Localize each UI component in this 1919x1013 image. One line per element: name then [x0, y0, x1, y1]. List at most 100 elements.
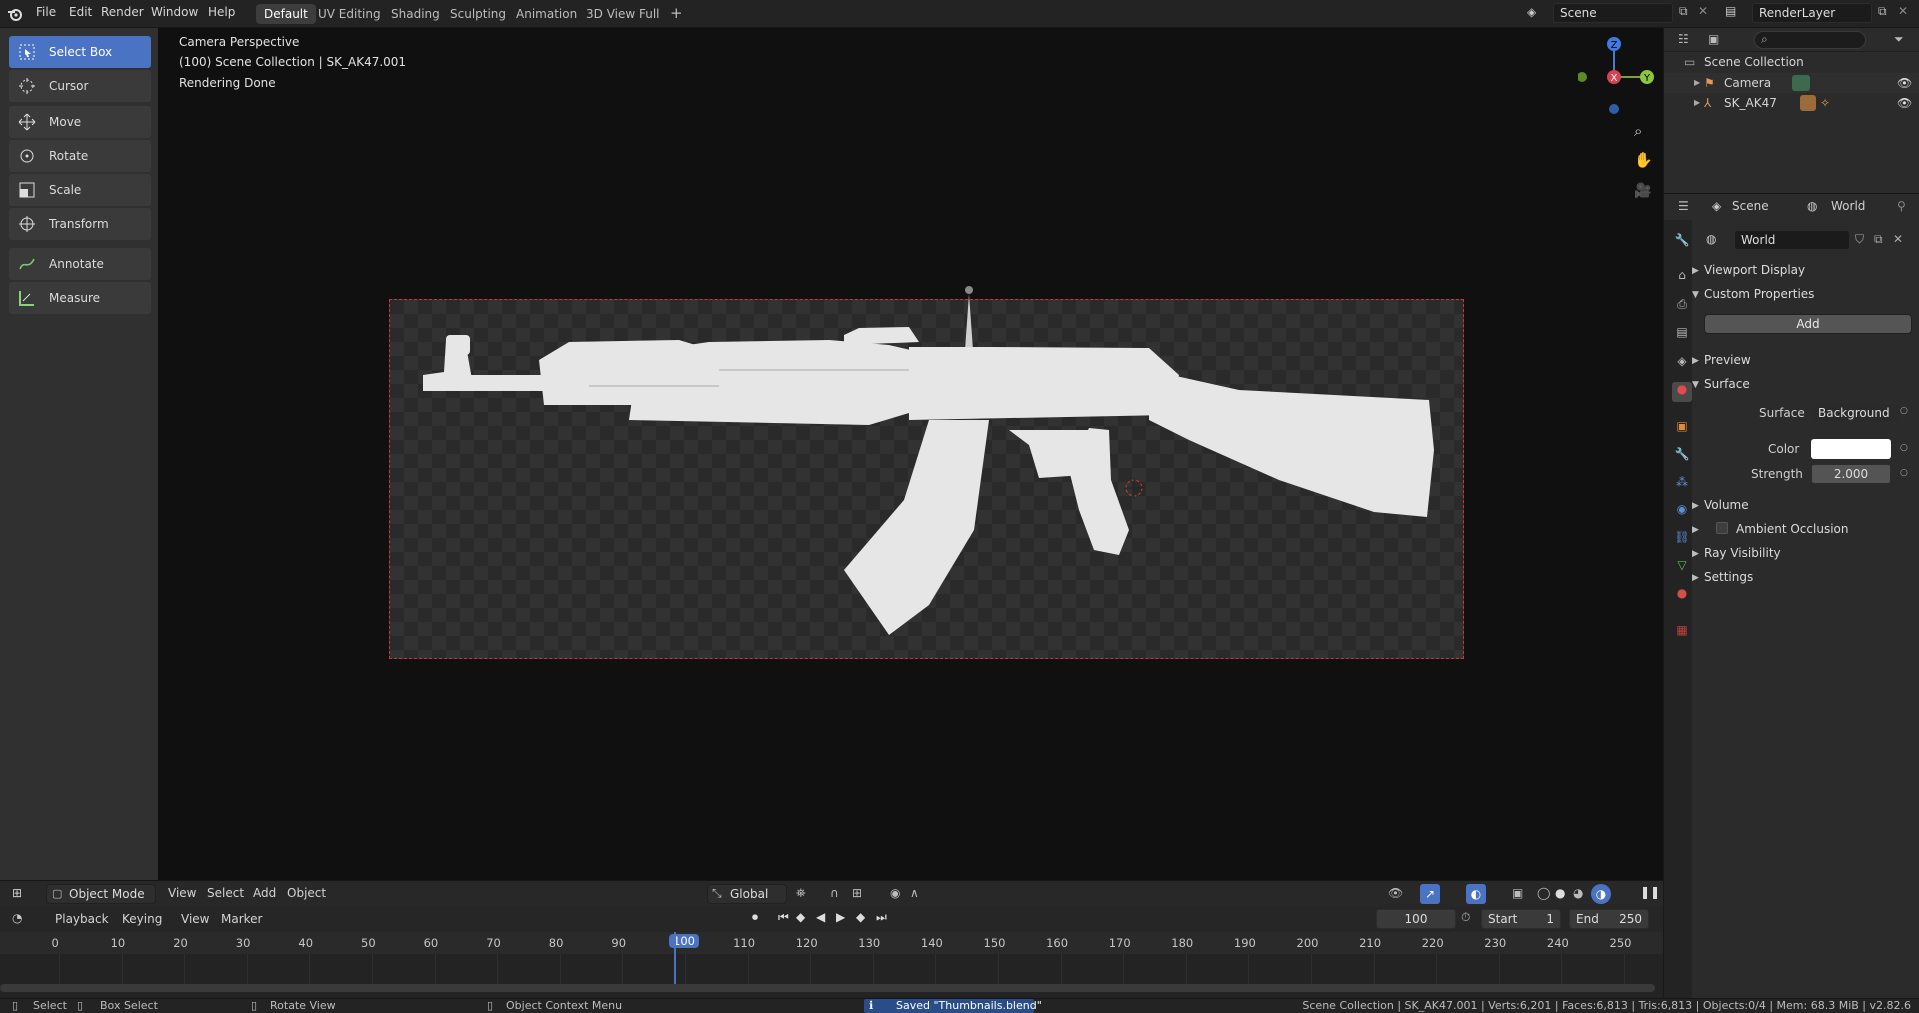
- panel-custom-properties[interactable]: Custom Properties: [1704, 287, 1814, 301]
- pan-hand-icon[interactable]: ✋: [1634, 151, 1653, 169]
- menu-window[interactable]: Window: [151, 5, 198, 19]
- wireframe-shading-icon[interactable]: ◯: [1537, 886, 1550, 900]
- navigation-gizmo[interactable]: Z X Y: [1578, 33, 1658, 118]
- add-workspace-icon[interactable]: +: [662, 4, 691, 24]
- outliner-root[interactable]: ▭ Scene Collection: [1664, 52, 1919, 72]
- new-world-icon[interactable]: ⧉: [1874, 232, 1883, 247]
- editor-type-icon[interactable]: ⊞: [12, 886, 22, 900]
- socket-icon[interactable]: ○: [1900, 406, 1908, 416]
- menu-object[interactable]: Object: [287, 886, 326, 900]
- panel-ray-visibility[interactable]: Ray Visibility: [1704, 546, 1781, 560]
- menu-marker[interactable]: Marker: [221, 912, 262, 926]
- current-frame-field[interactable]: 100: [1376, 909, 1456, 929]
- outliner-item-sk-ak47[interactable]: ▶ ⅄ SK_AK47 ✧ 👁: [1664, 93, 1919, 113]
- scene-tab-icon[interactable]: ◈: [1672, 354, 1692, 374]
- socket-icon[interactable]: ○: [1900, 468, 1908, 478]
- start-frame-field[interactable]: Start 1: [1481, 909, 1561, 929]
- zoom-icon[interactable]: ⌕: [1634, 122, 1642, 140]
- end-frame-field[interactable]: End 250: [1569, 909, 1649, 929]
- panel-ambient-occlusion[interactable]: Ambient Occlusion: [1736, 522, 1848, 536]
- material-tab-icon[interactable]: ●: [1672, 586, 1692, 606]
- camera-view-icon[interactable]: 🎥: [1634, 183, 1651, 199]
- view-layer-tab-icon[interactable]: ▤: [1672, 325, 1692, 345]
- menu-keying[interactable]: Keying: [122, 912, 162, 926]
- jump-start-icon[interactable]: ⏮: [778, 910, 789, 925]
- visibility-options-icon[interactable]: 👁: [1388, 886, 1403, 900]
- menu-render[interactable]: Render: [101, 5, 144, 19]
- texture-tab-icon[interactable]: ▦: [1672, 623, 1692, 643]
- object-tab-icon[interactable]: ▣: [1672, 419, 1692, 439]
- xray-toggle-icon[interactable]: ▣: [1512, 886, 1523, 900]
- data-tab-icon[interactable]: ▽: [1672, 558, 1692, 578]
- breadcrumb-scene[interactable]: Scene: [1732, 199, 1769, 213]
- tool-select-box[interactable]: Select Box: [9, 36, 151, 68]
- pivot-point-icon[interactable]: ⛯: [796, 886, 806, 901]
- panel-volume[interactable]: Volume: [1704, 498, 1749, 512]
- tool-move[interactable]: Move: [9, 106, 151, 138]
- overlay-toggle-icon[interactable]: ◐: [1466, 884, 1486, 904]
- menu-help[interactable]: Help: [208, 5, 235, 19]
- display-mode-icon[interactable]: ▣: [1708, 32, 1719, 46]
- tool-tab-icon[interactable]: 🔧: [1672, 233, 1692, 253]
- outliner-item-camera[interactable]: ▶ ⚑ Camera 👁: [1664, 73, 1919, 93]
- close-scene-icon[interactable]: ✕: [1698, 4, 1708, 18]
- color-swatch[interactable]: [1811, 439, 1891, 459]
- outliner-search-input[interactable]: [1754, 31, 1866, 49]
- material-shading-icon[interactable]: ◕: [1573, 886, 1583, 900]
- tab-default[interactable]: Default: [256, 4, 316, 24]
- playhead-line[interactable]: [674, 932, 676, 984]
- properties-editor-icon[interactable]: ☰: [1678, 199, 1689, 213]
- menu-timeline-view[interactable]: View: [181, 912, 209, 926]
- panel-viewport-display[interactable]: Viewport Display: [1704, 263, 1805, 277]
- tab-uv-editing[interactable]: UV Editing: [310, 4, 389, 24]
- unlink-world-icon[interactable]: ✕: [1893, 232, 1903, 246]
- gizmo-toggle-icon[interactable]: ↗: [1420, 884, 1440, 904]
- snap-magnet-icon[interactable]: ∩: [830, 886, 839, 900]
- preview-range-icon[interactable]: ⏱: [1461, 910, 1470, 925]
- pin-icon[interactable]: ⚲: [1897, 199, 1906, 213]
- menu-add[interactable]: Add: [253, 886, 276, 900]
- view-layer-field[interactable]: RenderLayer: [1752, 3, 1872, 23]
- visibility-eye-icon[interactable]: 👁: [1897, 73, 1912, 93]
- strength-field[interactable]: 2.000: [1811, 464, 1891, 484]
- prev-keyframe-icon[interactable]: ◆: [796, 910, 805, 924]
- surface-shader-select[interactable]: Background: [1811, 403, 1901, 423]
- world-name-field[interactable]: World: [1734, 230, 1850, 250]
- falloff-icon[interactable]: ∧: [910, 886, 919, 900]
- constraints-tab-icon[interactable]: ⛓: [1672, 530, 1692, 550]
- panel-settings[interactable]: Settings: [1704, 570, 1753, 584]
- render-tab-icon[interactable]: ⌂: [1672, 268, 1692, 288]
- scene-icon[interactable]: ◈: [1527, 5, 1536, 19]
- tab-3d-view-full[interactable]: 3D View Full: [578, 4, 668, 24]
- menu-edit[interactable]: Edit: [69, 5, 92, 19]
- tab-shading[interactable]: Shading: [383, 4, 448, 24]
- editor-type-icon[interactable]: ☷: [1678, 32, 1689, 46]
- visibility-eye-icon[interactable]: 👁: [1897, 93, 1912, 113]
- timeline-editor-icon[interactable]: ◔: [12, 911, 22, 925]
- tool-annotate[interactable]: Annotate: [9, 248, 151, 280]
- particles-tab-icon[interactable]: ⁂: [1672, 475, 1692, 495]
- new-view-layer-icon[interactable]: ⧉: [1878, 4, 1887, 19]
- next-keyframe-icon[interactable]: ◆: [856, 910, 865, 924]
- world-tab-icon[interactable]: ●: [1672, 382, 1692, 402]
- tool-scale[interactable]: Scale: [9, 174, 151, 206]
- record-icon[interactable]: ⏺: [752, 910, 758, 925]
- breadcrumb-world[interactable]: World: [1831, 199, 1865, 213]
- tab-sculpting[interactable]: Sculpting: [442, 4, 514, 24]
- play-reverse-icon[interactable]: ◀: [816, 910, 825, 924]
- add-property-button[interactable]: Add: [1704, 314, 1912, 334]
- panel-surface[interactable]: Surface: [1704, 377, 1750, 391]
- tool-measure[interactable]: Measure: [9, 282, 151, 314]
- physics-tab-icon[interactable]: ◉: [1672, 502, 1692, 522]
- rendered-shading-icon[interactable]: ◑: [1591, 884, 1611, 904]
- solid-shading-icon[interactable]: ●: [1555, 886, 1565, 900]
- play-icon[interactable]: ▶: [836, 910, 845, 924]
- snap-target-icon[interactable]: ⊞: [852, 886, 862, 900]
- proportional-edit-icon[interactable]: ◉: [890, 886, 900, 900]
- menu-playback[interactable]: Playback: [55, 912, 109, 926]
- view-layer-icon[interactable]: ▤: [1725, 4, 1736, 18]
- world-datablock-icon[interactable]: ◍: [1706, 232, 1716, 246]
- pause-render-icon[interactable]: ❚❚: [1640, 885, 1660, 899]
- new-scene-icon[interactable]: ⧉: [1679, 4, 1688, 19]
- tool-cursor[interactable]: Cursor: [9, 70, 151, 102]
